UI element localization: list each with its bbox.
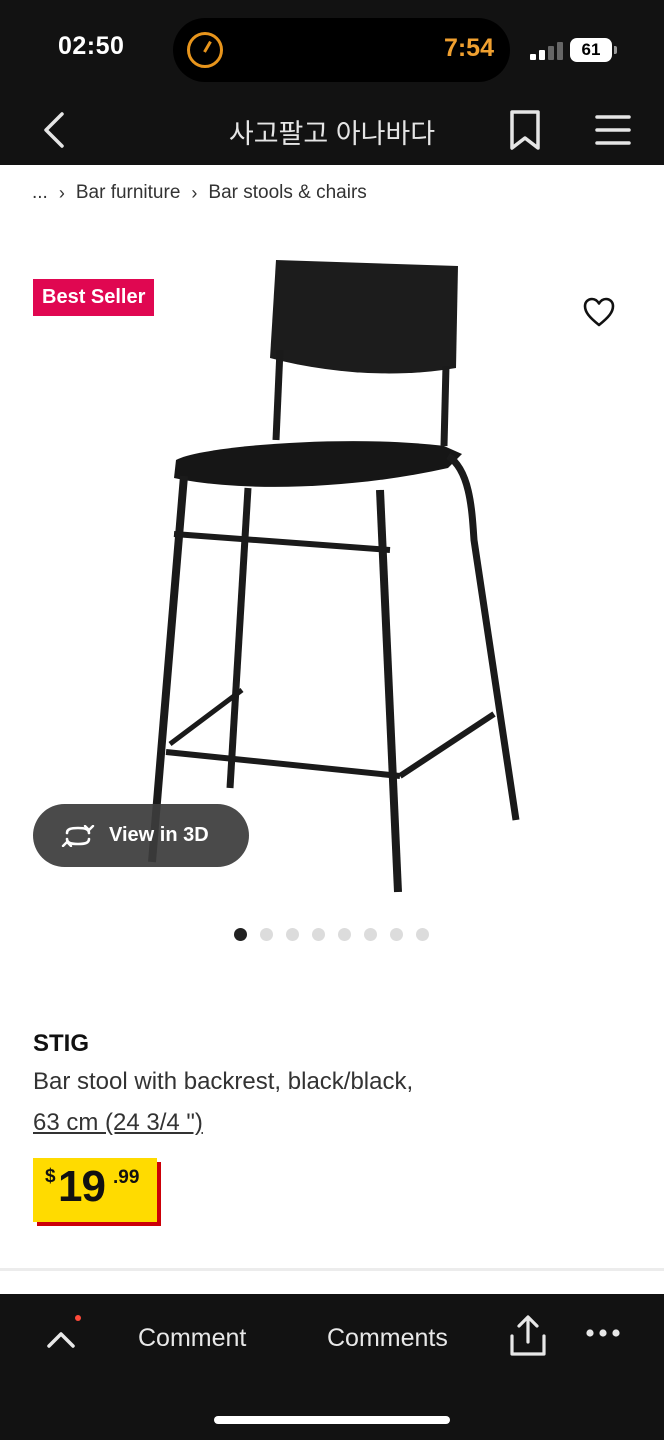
carousel-dot[interactable] [416, 928, 429, 941]
bookmark-icon [510, 110, 540, 150]
carousel-dot[interactable] [390, 928, 403, 941]
comment-button[interactable]: Comment [138, 1324, 246, 1353]
page-title: 사고팔고 아나바다 [228, 119, 436, 149]
hamburger-menu-icon [595, 115, 631, 145]
carousel-dot[interactable] [312, 928, 325, 941]
rotate-3d-icon [61, 824, 95, 847]
price-integer: 19 [58, 1162, 106, 1211]
chevron-right-icon: › [58, 182, 65, 203]
breadcrumb-ellipsis[interactable]: ... [32, 182, 48, 204]
view-in-3d-label: View in 3D [109, 824, 209, 846]
status-time: 02:50 [58, 32, 125, 60]
breadcrumb-item-bar-stools[interactable]: Bar stools & chairs [208, 182, 366, 204]
chevron-left-icon [44, 112, 64, 148]
view-in-3d-button[interactable]: View in 3D [33, 804, 249, 867]
battery-icon: 61 [570, 38, 617, 62]
bookmark-button[interactable] [506, 108, 544, 152]
image-carousel-dots [234, 928, 429, 941]
app-nav-bar: 사고팔고 아나바다 [0, 96, 664, 165]
chevron-right-icon: › [191, 182, 198, 203]
carousel-dot[interactable] [234, 928, 247, 941]
scroll-up-button[interactable] [44, 1322, 78, 1356]
price-tag: $ 19 .99 [33, 1158, 157, 1222]
more-button[interactable] [586, 1326, 620, 1338]
breadcrumb-item-bar-furniture[interactable]: Bar furniture [76, 182, 181, 204]
carousel-dot[interactable] [260, 928, 273, 941]
carousel-dot[interactable] [364, 928, 377, 941]
product-description: Bar stool with backrest, black/black, [33, 1068, 414, 1095]
island-timer: 7:54 [443, 34, 494, 62]
product-size-link[interactable]: 63 cm (24 3/4 ") [33, 1109, 203, 1137]
heart-icon [583, 297, 615, 327]
price-decimal: .99 [113, 1167, 140, 1188]
menu-button[interactable] [594, 112, 632, 148]
cellular-signal-icon [530, 40, 564, 60]
carousel-dot[interactable] [286, 928, 299, 941]
breadcrumb: ... › Bar furniture › Bar stools & chair… [32, 180, 367, 206]
section-divider [0, 1268, 664, 1271]
price-currency: $ [45, 1166, 56, 1187]
bottom-action-bar: Comment Comments [0, 1294, 664, 1440]
carousel-dot[interactable] [338, 928, 351, 941]
timer-ring-icon [187, 32, 223, 68]
more-horizontal-icon [586, 1329, 620, 1337]
product-name: STIG [33, 1030, 90, 1057]
chevron-up-icon [47, 1332, 75, 1348]
status-bar: 02:50 7:54 61 [0, 0, 664, 96]
share-button[interactable] [508, 1314, 548, 1358]
favorite-button[interactable] [581, 294, 617, 330]
back-button[interactable] [38, 110, 74, 150]
dynamic-island[interactable]: 7:54 [173, 18, 510, 82]
comments-button[interactable]: Comments [327, 1324, 448, 1353]
share-icon [510, 1315, 546, 1356]
notification-dot [75, 1315, 81, 1321]
home-indicator [214, 1416, 450, 1424]
